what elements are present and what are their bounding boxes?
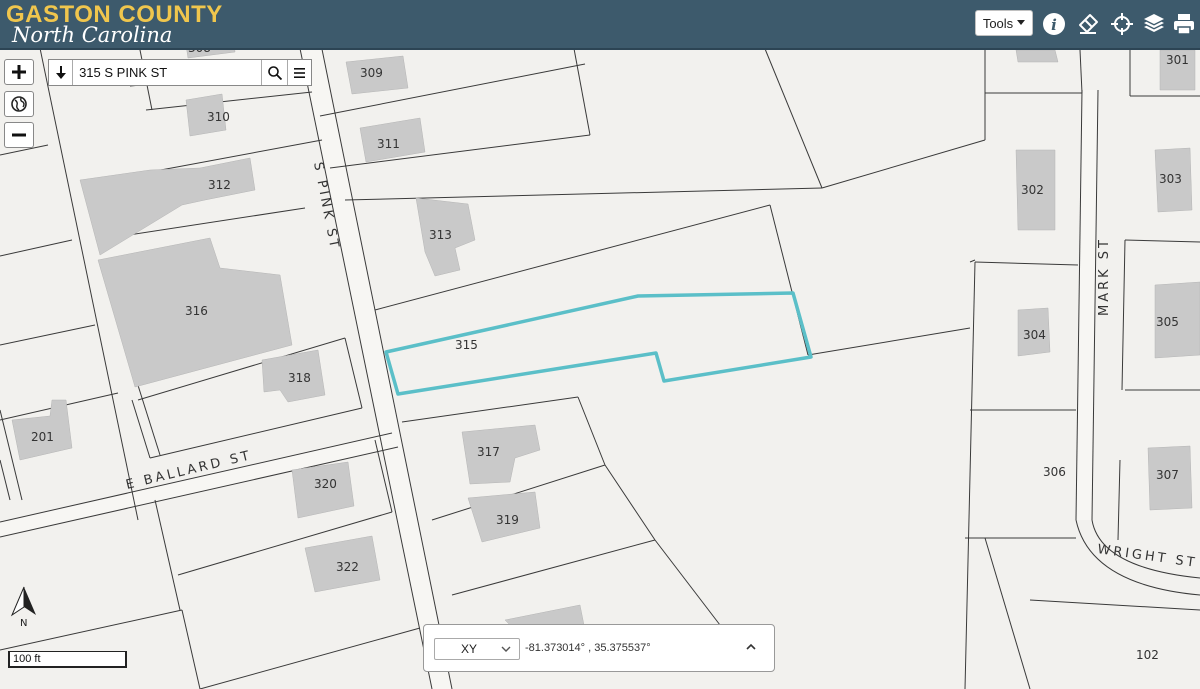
layers-icon[interactable] [1142, 12, 1166, 36]
parcel-label: 315 [455, 338, 478, 352]
menu-icon [293, 67, 305, 78]
globe-extent-button[interactable] [4, 91, 34, 117]
parcel-label: 302 [1021, 183, 1044, 197]
minus-icon [12, 133, 26, 137]
selected-parcel-outline[interactable] [384, 291, 813, 396]
arrow-down-icon [55, 66, 66, 79]
address-search-input[interactable] [73, 60, 262, 85]
parcel-label: 310 [207, 110, 230, 124]
zoom-in-button[interactable] [4, 59, 34, 85]
parcel-label: 318 [288, 371, 311, 385]
globe-icon [11, 96, 27, 112]
map-canvas[interactable]: 308 309 310 311 312 313 315 316 317 318 … [0, 0, 1200, 689]
parcel-label: 306 [1043, 465, 1066, 479]
parcel-label: 312 [208, 178, 231, 192]
parcel-label: 307 [1156, 468, 1179, 482]
search-button[interactable] [261, 60, 288, 85]
search-menu-button[interactable] [288, 60, 311, 85]
caret-down-icon [1017, 20, 1026, 25]
parcel-label: 320 [314, 477, 337, 491]
zoom-out-button[interactable] [4, 122, 34, 148]
parcel-label: 319 [496, 513, 519, 527]
search-icon [267, 65, 282, 80]
app-header: GASTON COUNTY North Carolina Tools i [0, 0, 1200, 50]
coordinate-system-select[interactable]: XY [434, 638, 520, 660]
parcel-label: 304 [1023, 328, 1046, 342]
print-icon[interactable] [1172, 12, 1196, 36]
parcel-label: 322 [336, 560, 359, 574]
parcel-label: 305 [1156, 315, 1179, 329]
info-icon[interactable]: i [1042, 12, 1066, 36]
plus-icon [12, 65, 26, 79]
north-arrow-label: N [20, 618, 27, 629]
tools-label: Tools [982, 15, 1014, 31]
coordinate-system-value: XY [461, 642, 478, 656]
parcel-label: 301 [1166, 53, 1189, 67]
buildings [11, 13, 1200, 636]
parcel-label: 317 [477, 445, 500, 459]
coordinate-panel: XY -81.373014° , 35.375537° [423, 624, 775, 672]
parcel-label: 309 [360, 66, 383, 80]
eraser-icon[interactable] [1076, 12, 1100, 36]
parcel-label: 201 [31, 430, 54, 444]
tools-dropdown-button[interactable]: Tools [975, 10, 1033, 36]
search-mode-toggle[interactable] [49, 60, 74, 85]
parcel-label: 311 [377, 137, 400, 151]
street-label-mark-st: MARK ST [1097, 237, 1112, 316]
address-search-bar [48, 59, 312, 86]
parcel-label: 316 [185, 304, 208, 318]
chevron-up-icon[interactable] [746, 642, 756, 652]
crosshair-icon[interactable] [1110, 12, 1134, 36]
scale-bar: 100 ft [8, 651, 127, 668]
north-arrow: N [10, 586, 36, 629]
street-label-wright-st: WRIGHT ST [1096, 542, 1198, 571]
brand-subtitle: North Carolina [12, 23, 173, 47]
parcel-label: 102 [1136, 648, 1159, 662]
svg-text:i: i [1051, 16, 1057, 34]
chevron-down-icon [501, 646, 511, 652]
parcel-label: 313 [429, 228, 452, 242]
parcel-label: 303 [1159, 172, 1182, 186]
coordinate-readout: -81.373014° , 35.375537° [525, 642, 651, 654]
